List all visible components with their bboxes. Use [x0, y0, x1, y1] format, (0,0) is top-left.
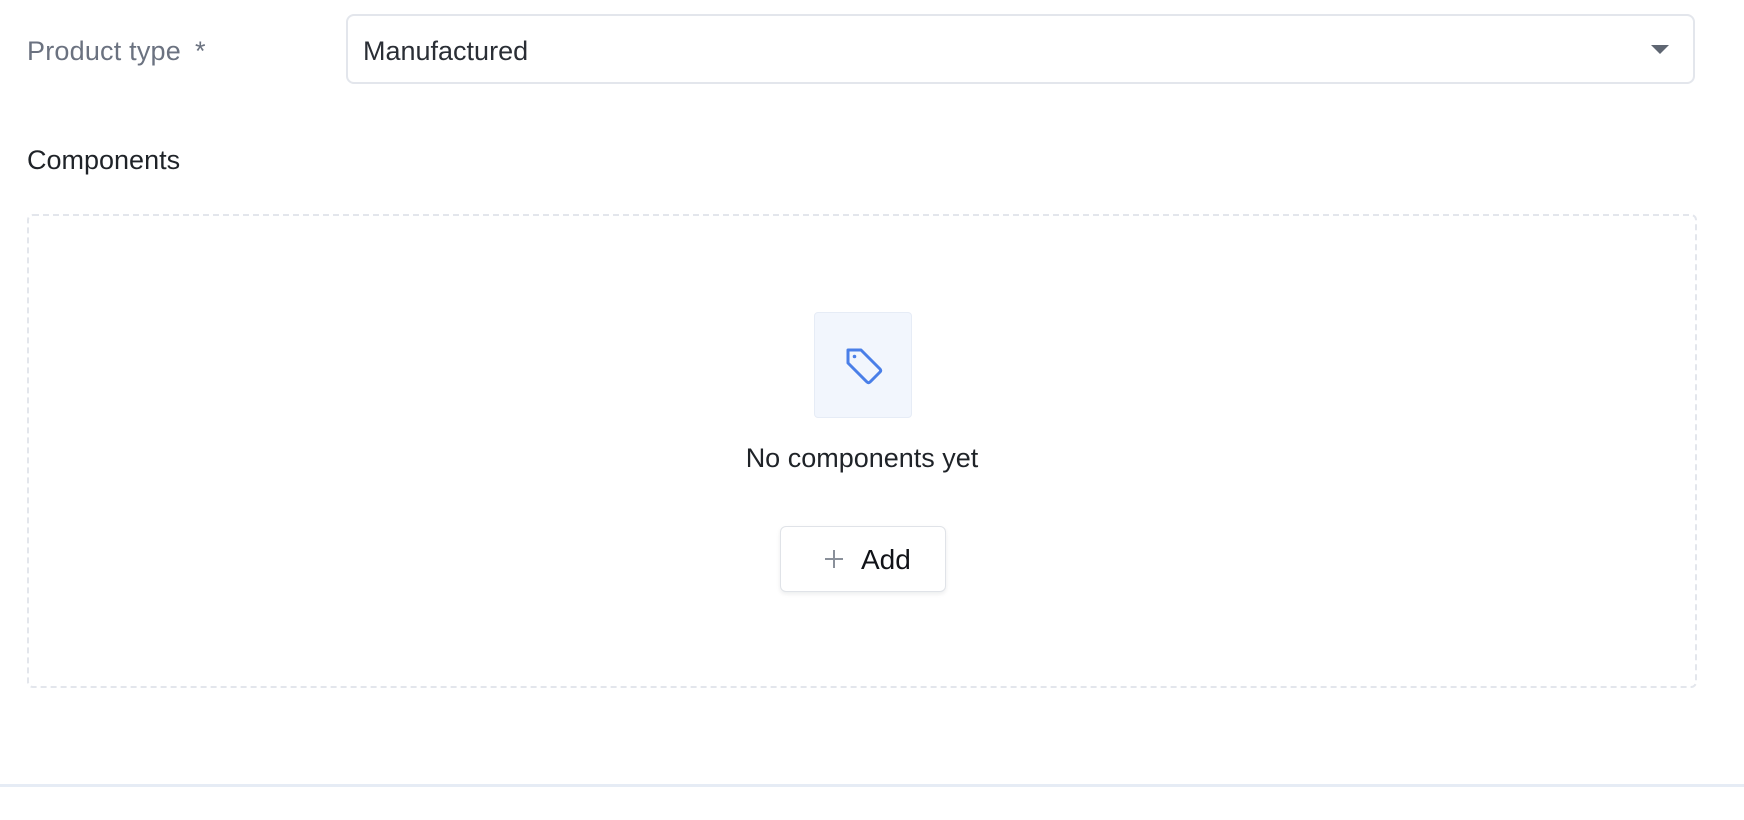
add-component-button[interactable]: Add [780, 526, 946, 592]
tag-icon [846, 348, 883, 385]
plus-icon [819, 544, 849, 574]
add-button-label: Add [861, 544, 911, 575]
empty-state-message: No components yet [745, 443, 979, 473]
product-type-selected-value: Manufactured [363, 36, 529, 66]
product-type-label-text: Product type [27, 36, 181, 66]
components-empty-state: No components yet Add [27, 214, 1697, 688]
product-type-label: Product type * [27, 36, 206, 67]
empty-state-icon-container [814, 312, 912, 418]
product-type-field: Product type * Manufactured [27, 14, 1697, 86]
components-section-title: Components [27, 145, 181, 175]
chevron-down-icon [1651, 45, 1669, 54]
bottom-divider [0, 784, 1744, 787]
required-marker: * [195, 36, 206, 66]
product-type-select[interactable]: Manufactured [346, 14, 1695, 84]
